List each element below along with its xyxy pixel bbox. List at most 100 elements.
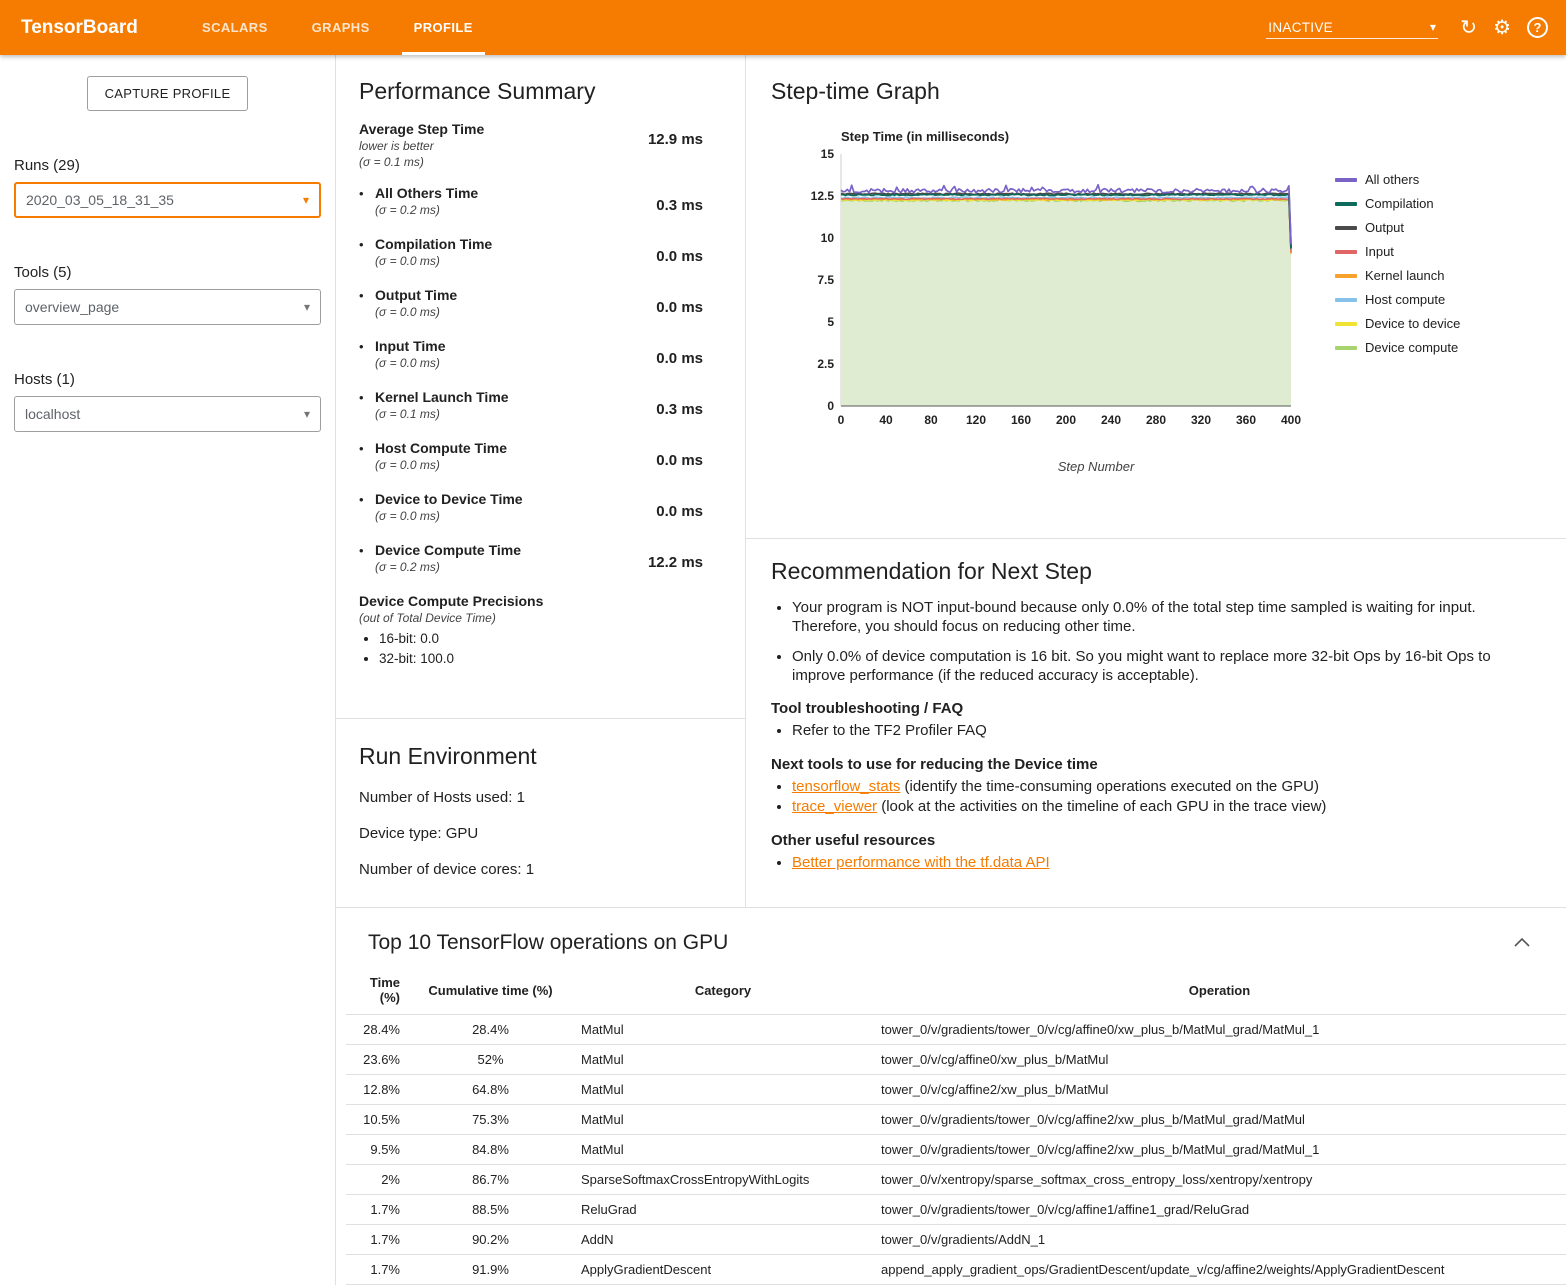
- resource-link[interactable]: tensorflow_stats: [792, 778, 900, 795]
- svg-text:5: 5: [827, 315, 834, 329]
- svg-text:200: 200: [1056, 413, 1076, 427]
- cumulative-cell: 64.8%: [408, 1075, 573, 1105]
- category-cell: MatMul: [573, 1015, 873, 1045]
- recommendation-item: trace_viewer (look at the activities on …: [792, 797, 1526, 817]
- legend-item: Input: [1335, 244, 1460, 259]
- table-row: 1.7%88.5%ReluGradtower_0/v/gradients/tow…: [346, 1195, 1566, 1225]
- average-step-time-metric: Average Step Time lower is better (σ = 0…: [359, 121, 703, 169]
- operation-cell: tower_0/v/gradients/tower_0/v/cg/affine2…: [873, 1105, 1566, 1135]
- chart-area: 02.557.51012.515040801201602002402803203…: [801, 146, 1546, 474]
- operation-cell: tower_0/v/xentropy/sparse_softmax_cross_…: [873, 1165, 1566, 1195]
- chevron-down-icon: ▾: [304, 407, 310, 421]
- cumulative-cell: 75.3%: [408, 1105, 573, 1135]
- recommendation-section-heading: Other useful resources: [771, 832, 1526, 849]
- time-cell: 1.7%: [346, 1225, 408, 1255]
- tools-select[interactable]: overview_page ▾: [14, 289, 321, 325]
- run-environment-line: Number of device cores: 1: [359, 861, 722, 878]
- metric-row: •Input Time(σ = 0.0 ms)0.0 ms: [359, 338, 703, 370]
- refresh-icon[interactable]: ↻: [1460, 18, 1477, 38]
- tab-graphs[interactable]: GRAPHS: [290, 0, 392, 55]
- operation-cell: tower_0/v/cg/affine0/xw_plus_b/MatMul: [873, 1045, 1566, 1075]
- legend-swatch: [1335, 250, 1357, 254]
- svg-text:400: 400: [1281, 413, 1301, 427]
- legend-label: Device compute: [1365, 340, 1458, 355]
- operation-cell: append_apply_gradient_ops/GradientDescen…: [873, 1255, 1566, 1285]
- table-row: 23.6%52%MatMultower_0/v/cg/affine0/xw_pl…: [346, 1045, 1566, 1075]
- hosts-select[interactable]: localhost ▾: [14, 396, 321, 432]
- legend-item: Compilation: [1335, 196, 1460, 211]
- runs-select-value: 2020_03_05_18_31_35: [26, 192, 174, 208]
- legend-swatch: [1335, 322, 1357, 326]
- svg-text:7.5: 7.5: [817, 273, 834, 287]
- sidebar: CAPTURE PROFILE Runs (29) 2020_03_05_18_…: [0, 55, 335, 1285]
- run-environment-line: Number of Hosts used: 1: [359, 789, 722, 806]
- capture-profile-button[interactable]: CAPTURE PROFILE: [87, 76, 249, 111]
- runs-select[interactable]: 2020_03_05_18_31_35 ▾: [14, 182, 321, 218]
- bullet-icon: •: [359, 338, 375, 370]
- precisions-note: (out of Total Device Time): [359, 611, 703, 625]
- svg-text:0: 0: [838, 413, 845, 427]
- tab-scalars[interactable]: SCALARS: [180, 0, 290, 55]
- cumulative-cell: 88.5%: [408, 1195, 573, 1225]
- metric-label: Output Time: [375, 287, 457, 303]
- resource-link[interactable]: Better performance with the tf.data API: [792, 854, 1050, 871]
- bullet-icon: •: [359, 491, 375, 523]
- operation-cell: tower_0/v/gradients/tower_0/v/cg/affine0…: [873, 1015, 1566, 1045]
- tools-select-value: overview_page: [25, 299, 119, 315]
- metric-sigma: (σ = 0.0 ms): [375, 254, 492, 268]
- metric-label: Kernel Launch Time: [375, 389, 509, 405]
- metric-label: Host Compute Time: [375, 440, 507, 456]
- help-icon[interactable]: ?: [1527, 17, 1548, 38]
- recommendation-item-text: (look at the activities on the timeline …: [877, 798, 1326, 815]
- metric-label: Device to Device Time: [375, 491, 523, 507]
- metric-row: •All Others Time(σ = 0.2 ms)0.3 ms: [359, 185, 703, 217]
- gear-icon[interactable]: ⚙: [1493, 18, 1511, 38]
- time-cell: 1.7%: [346, 1255, 408, 1285]
- recommendation-bullets: Your program is NOT input-bound because …: [771, 598, 1526, 685]
- table-row: 28.4%28.4%MatMultower_0/v/gradients/towe…: [346, 1015, 1566, 1045]
- resource-link[interactable]: trace_viewer: [792, 798, 877, 815]
- metric-label: Average Step Time: [359, 121, 484, 137]
- legend-label: All others: [1365, 172, 1419, 187]
- tab-profile[interactable]: PROFILE: [392, 0, 495, 55]
- metrics-list: •All Others Time(σ = 0.2 ms)0.3 ms•Compi…: [359, 185, 703, 574]
- step-time-chart: 02.557.51012.515040801201602002402803203…: [801, 146, 1306, 446]
- table-row: 1.7%90.2%AddNtower_0/v/gradients/AddN_1: [346, 1225, 1566, 1255]
- step-time-graph-card: Step-time Graph Step Time (in millisecon…: [746, 55, 1566, 538]
- metric-sigma: (σ = 0.0 ms): [375, 356, 446, 370]
- legend-swatch: [1335, 202, 1357, 206]
- metric-label: Compilation Time: [375, 236, 492, 252]
- chevron-down-icon: ▾: [1430, 20, 1436, 34]
- table-row: 2%86.7%SparseSoftmaxCrossEntropyWithLogi…: [346, 1165, 1566, 1195]
- recommendation-title: Recommendation for Next Step: [771, 558, 1526, 585]
- bullet-icon: •: [359, 287, 375, 319]
- recommendation-section-heading: Tool troubleshooting / FAQ: [771, 700, 1526, 717]
- device-compute-precisions: Device Compute Precisions (out of Total …: [359, 593, 703, 666]
- main-content: Performance Summary Average Step Time lo…: [335, 55, 1566, 1285]
- operation-cell: tower_0/v/cg/affine2/xw_plus_b/MatMul: [873, 1075, 1566, 1105]
- app-title: TensorBoard: [0, 17, 180, 39]
- precision-item: 32-bit: 100.0: [379, 651, 703, 666]
- category-cell: MatMul: [573, 1045, 873, 1075]
- legend-item: Kernel launch: [1335, 268, 1460, 283]
- tensorboard-profile-page: TensorBoard SCALARSGRAPHSPROFILE INACTIV…: [0, 0, 1566, 1285]
- metric-row: •Compilation Time(σ = 0.0 ms)0.0 ms: [359, 236, 703, 268]
- table-row: 10.5%75.3%MatMultower_0/v/gradients/towe…: [346, 1105, 1566, 1135]
- bullet-icon: •: [359, 236, 375, 268]
- chart-title: Step Time (in milliseconds): [841, 129, 1546, 144]
- chevron-up-icon[interactable]: [1510, 930, 1534, 956]
- recommendation-bullet: Only 0.0% of device computation is 16 bi…: [792, 647, 1526, 685]
- metric-value: 0.0 ms: [656, 440, 703, 472]
- table-row: 9.5%84.8%MatMultower_0/v/gradients/tower…: [346, 1135, 1566, 1165]
- status-dropdown[interactable]: INACTIVE ▾: [1266, 17, 1438, 39]
- time-cell: 28.4%: [346, 1015, 408, 1045]
- time-cell: 10.5%: [346, 1105, 408, 1135]
- svg-text:2.5: 2.5: [817, 357, 834, 371]
- performance-summary-card: Performance Summary Average Step Time lo…: [336, 55, 745, 718]
- top-ops-title: Top 10 TensorFlow operations on GPU: [368, 931, 728, 955]
- legend-label: Output: [1365, 220, 1404, 235]
- precisions-items: 16-bit: 0.032-bit: 100.0: [359, 631, 703, 666]
- column-header: Category: [573, 970, 873, 1015]
- legend-label: Device to device: [1365, 316, 1460, 331]
- runs-field: Runs (29) 2020_03_05_18_31_35 ▾: [0, 157, 335, 218]
